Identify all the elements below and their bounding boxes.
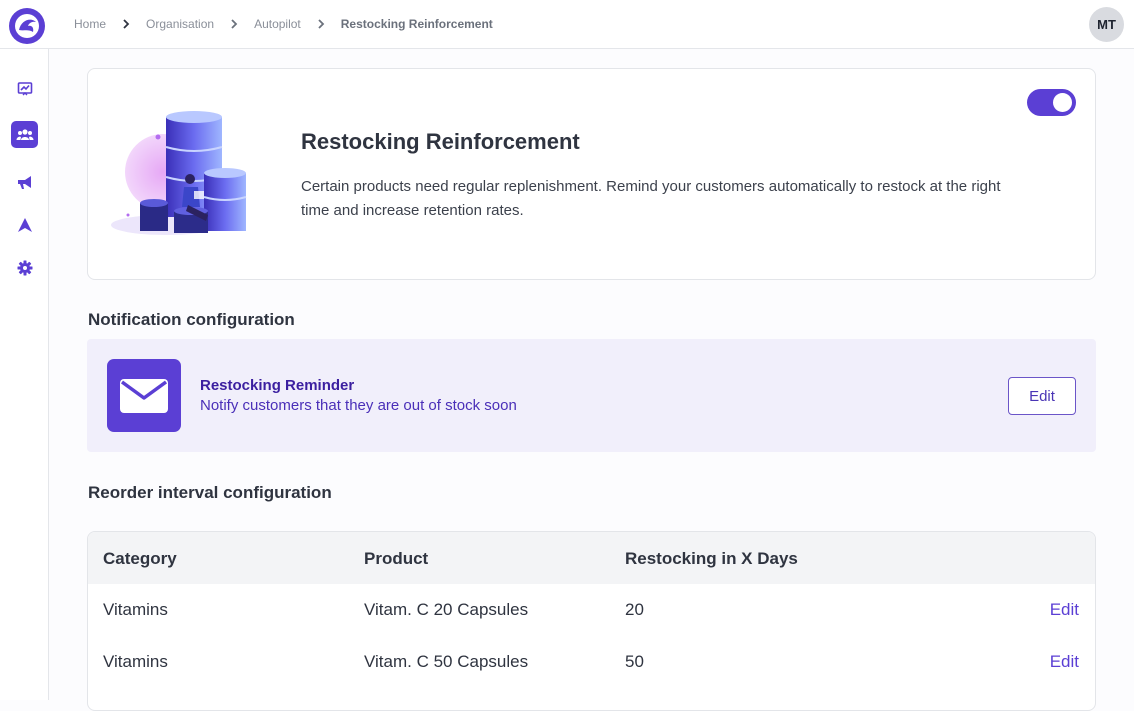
column-header-product: Product: [364, 549, 429, 568]
cell-product: Vitam. C 50 Capsules: [364, 652, 529, 671]
autopilot-description: Certain products need regular replenishm…: [301, 178, 1001, 219]
app-logo-icon[interactable]: [9, 8, 45, 44]
column-header-category: Category: [103, 549, 177, 568]
breadcrumb-autopilot[interactable]: Autopilot: [254, 17, 301, 31]
breadcrumb: Home Organisation Autopilot Restocking R…: [74, 0, 493, 48]
cell-days: 20: [625, 600, 644, 619]
notification-title: Restocking Reminder: [200, 377, 355, 394]
cell-category: Vitamins: [103, 600, 168, 619]
table-row: Vitamins Vitam. C 50 Capsules 50 Edit: [88, 636, 1095, 688]
megaphone-icon: [17, 175, 31, 189]
chart-icon: [17, 81, 32, 95]
database-illustration: [111, 111, 247, 235]
cell-days: 50: [625, 652, 644, 671]
avatar[interactable]: MT: [1089, 7, 1124, 42]
sidebar-item-campaigns[interactable]: [11, 168, 38, 195]
edit-row-link[interactable]: Edit: [1050, 652, 1079, 672]
notification-section-title: Notification configuration: [88, 310, 295, 329]
autopilot-enable-toggle[interactable]: [1027, 89, 1076, 116]
breadcrumb-organisation[interactable]: Organisation: [146, 17, 214, 31]
top-bar: Home Organisation Autopilot Restocking R…: [0, 0, 1134, 49]
sidebar-item-customers[interactable]: [11, 121, 38, 148]
chevron-right-icon: [106, 18, 146, 30]
table-row: Vitamins Vitam. C 20 Capsules 20 Edit: [88, 584, 1095, 636]
sidebar-item-dashboard[interactable]: [11, 75, 38, 102]
table-header: Category Product Restocking in X Days: [88, 532, 1095, 584]
cell-category: Vitamins: [103, 652, 168, 671]
chevron-right-icon: [301, 18, 341, 30]
chevron-right-icon: [214, 18, 254, 30]
autopilot-hero-card: Restocking Reinforcement Certain product…: [87, 68, 1096, 280]
breadcrumb-home[interactable]: Home: [74, 17, 106, 31]
page-title: Restocking Reinforcement: [301, 129, 580, 154]
sidebar: [0, 49, 49, 700]
notification-config-card: Restocking Reminder Notify customers tha…: [87, 339, 1096, 452]
autopilot-icon: [17, 217, 32, 232]
reorder-interval-table: Category Product Restocking in X Days Vi…: [87, 531, 1096, 711]
envelope-icon: [107, 359, 181, 432]
sidebar-item-autopilot[interactable]: [11, 211, 38, 238]
gear-icon: [17, 260, 32, 275]
sidebar-item-settings[interactable]: [11, 254, 38, 281]
breadcrumb-current: Restocking Reinforcement: [340, 17, 493, 31]
reorder-section-title: Reorder interval configuration: [88, 483, 332, 502]
users-icon: [16, 128, 33, 140]
edit-notification-button[interactable]: Edit: [1008, 377, 1076, 415]
toggle-knob: [1053, 93, 1072, 112]
notification-subtitle: Notify customers that they are out of st…: [200, 397, 517, 414]
cell-product: Vitam. C 20 Capsules: [364, 600, 529, 619]
edit-row-link[interactable]: Edit: [1050, 600, 1079, 620]
column-header-days: Restocking in X Days: [625, 549, 798, 568]
